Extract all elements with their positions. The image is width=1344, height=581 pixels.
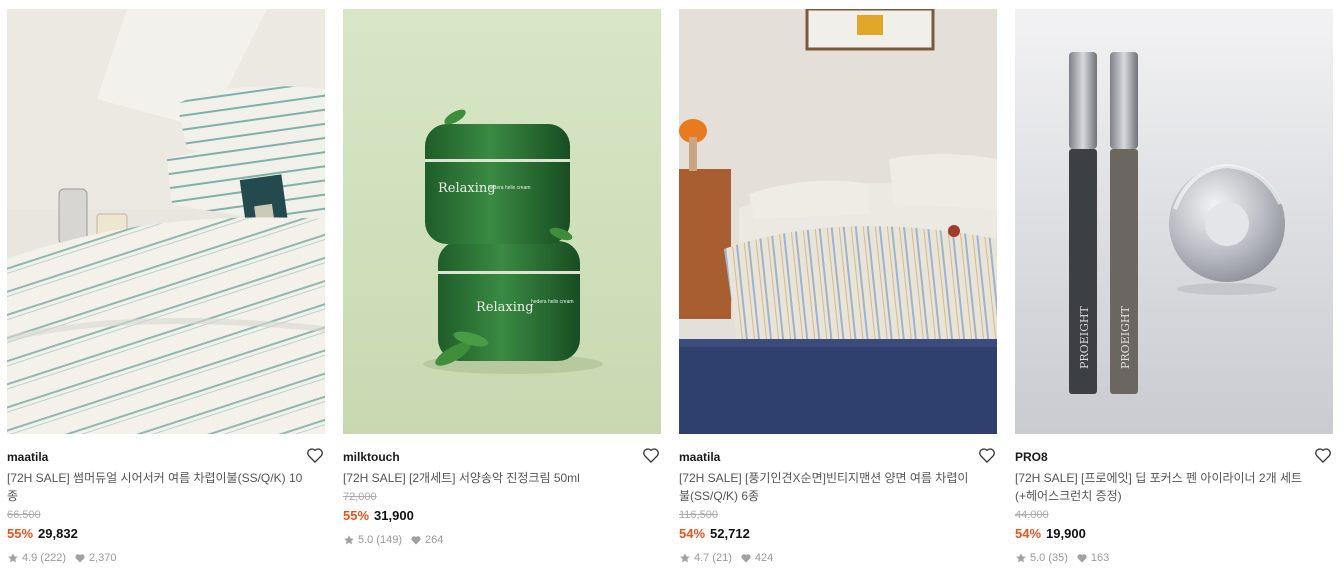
product-image[interactable] (7, 9, 325, 434)
product-title[interactable]: [72H SALE] [풍기인견X순면]빈티지맨션 양면 여름 차렵이불(SS/… (679, 469, 979, 505)
sale-price: 52,712 (710, 526, 750, 541)
star-icon (343, 534, 355, 546)
heart-filled-icon (74, 552, 86, 564)
original-price: 116,500 (679, 509, 718, 521)
star-icon (7, 552, 19, 564)
product-image[interactable]: Relaxing hedera helix cream Relaxing hed… (343, 9, 661, 434)
like-count: 264 (424, 534, 444, 546)
product-card[interactable]: PROEIGHT PROEIGHT PRO8 [72H SALE] [프로에잇]… (1015, 9, 1333, 565)
rating-value: 5.0 (358, 534, 374, 546)
original-price: 44,000 (1015, 509, 1049, 521)
sale-price: 19,900 (1046, 526, 1086, 541)
rating-value: 4.7 (694, 552, 710, 564)
review-count: (149) (376, 534, 402, 546)
product-meta: 5.0 (149) 264 (343, 533, 661, 547)
product-card[interactable]: Relaxing hedera helix cream Relaxing hed… (343, 9, 661, 547)
sale-price: 31,900 (374, 508, 414, 523)
heart-outline-icon[interactable] (977, 445, 997, 465)
rating-value: 5.0 (1030, 552, 1046, 564)
product-image[interactable] (679, 9, 997, 434)
sale-price: 29,832 (38, 526, 78, 541)
discount-rate: 54% (1015, 526, 1042, 541)
product-card[interactable]: maatila [72H SALE] 썸머듀얼 시어서커 여름 차렵이불(SS/… (7, 9, 325, 565)
rating-value: 4.9 (22, 552, 38, 564)
product-image[interactable]: PROEIGHT PROEIGHT (1015, 9, 1333, 434)
product-grid: maatila [72H SALE] 썸머듀얼 시어서커 여름 차렵이불(SS/… (0, 0, 1344, 581)
original-price: 66,500 (7, 509, 41, 521)
price-row: 55% 31,900 (343, 507, 661, 525)
star-icon (679, 552, 691, 564)
product-title[interactable]: [72H SALE] 썸머듀얼 시어서커 여름 차렵이불(SS/Q/K) 10종 (7, 469, 307, 505)
pen-label-2: PROEIGHT (1119, 306, 1132, 369)
jar-label-bottom: Relaxing (476, 300, 534, 315)
discount-rate: 55% (7, 526, 34, 541)
jar-sub-bottom: hedera helix cream (531, 299, 574, 305)
like-count: 424 (754, 552, 774, 564)
pen-label-1: PROEIGHT (1078, 306, 1091, 369)
review-count: (222) (40, 552, 66, 564)
heart-filled-icon (740, 552, 752, 564)
brand-name[interactable]: maatila (7, 448, 325, 466)
product-meta: 5.0 (35) 163 (1015, 551, 1333, 565)
jar-sub-top: hedera helix cream (488, 185, 531, 191)
discount-rate: 54% (679, 526, 706, 541)
heart-filled-icon (410, 534, 422, 546)
price-row: 54% 52,712 (679, 525, 997, 543)
heart-outline-icon[interactable] (305, 445, 325, 465)
discount-rate: 55% (343, 508, 370, 523)
product-title[interactable]: [72H SALE] [2개세트] 서양송악 진정크림 50ml (343, 469, 643, 487)
brand-name[interactable]: PRO8 (1015, 448, 1333, 466)
heart-outline-icon[interactable] (1313, 445, 1333, 465)
price-row: 55% 29,832 (7, 525, 325, 543)
price-row: 54% 19,900 (1015, 525, 1333, 543)
review-count: (35) (1048, 552, 1068, 564)
brand-name[interactable]: maatila (679, 448, 997, 466)
heart-outline-icon[interactable] (641, 445, 661, 465)
like-count: 163 (1090, 552, 1110, 564)
review-count: (21) (712, 552, 732, 564)
product-title[interactable]: [72H SALE] [프로에잇] 딥 포커스 펜 아이라이너 2개 세트 (+… (1015, 469, 1315, 505)
brand-name[interactable]: milktouch (343, 448, 661, 466)
product-meta: 4.7 (21) 424 (679, 551, 997, 565)
star-icon (1015, 552, 1027, 564)
like-count: 2,370 (88, 552, 117, 564)
original-price: 72,000 (343, 491, 377, 503)
heart-filled-icon (1076, 552, 1088, 564)
product-card[interactable]: maatila [72H SALE] [풍기인견X순면]빈티지맨션 양면 여름 … (679, 9, 997, 565)
jar-label-top: Relaxing (438, 181, 496, 196)
product-meta: 4.9 (222) 2,370 (7, 551, 325, 565)
